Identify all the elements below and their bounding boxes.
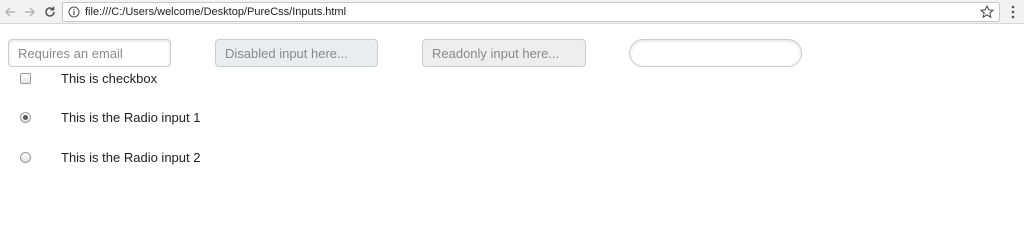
checkbox[interactable] xyxy=(20,73,31,84)
radio-button-2[interactable] xyxy=(20,152,31,163)
address-bar[interactable]: file:///C:/Users/welcome/Desktop/PureCss… xyxy=(62,2,1000,22)
kebab-menu-icon[interactable] xyxy=(1010,5,1016,19)
disabled-input xyxy=(215,39,378,67)
forward-arrow-icon[interactable] xyxy=(22,4,38,20)
radio-option-2[interactable]: This is the Radio input 2 xyxy=(0,149,260,167)
radio-label-1[interactable]: This is the Radio input 1 xyxy=(61,110,200,126)
reload-icon[interactable] xyxy=(42,4,58,20)
readonly-input[interactable] xyxy=(422,39,586,67)
browser-toolbar: file:///C:/Users/welcome/Desktop/PureCss… xyxy=(0,0,1024,24)
radio-label-2[interactable]: This is the Radio input 2 xyxy=(61,150,200,166)
radio-button-1[interactable] xyxy=(20,112,31,123)
rounded-input[interactable] xyxy=(629,39,802,67)
checkbox-option[interactable]: This is checkbox xyxy=(0,70,260,88)
star-icon[interactable] xyxy=(980,5,994,19)
email-input[interactable] xyxy=(8,39,171,67)
info-icon[interactable] xyxy=(68,6,80,18)
radio-option-1[interactable]: This is the Radio input 1 xyxy=(0,109,260,127)
back-arrow-icon[interactable] xyxy=(2,4,18,20)
url-text[interactable]: file:///C:/Users/welcome/Desktop/PureCss… xyxy=(85,6,346,19)
checkbox-label[interactable]: This is checkbox xyxy=(61,71,157,87)
